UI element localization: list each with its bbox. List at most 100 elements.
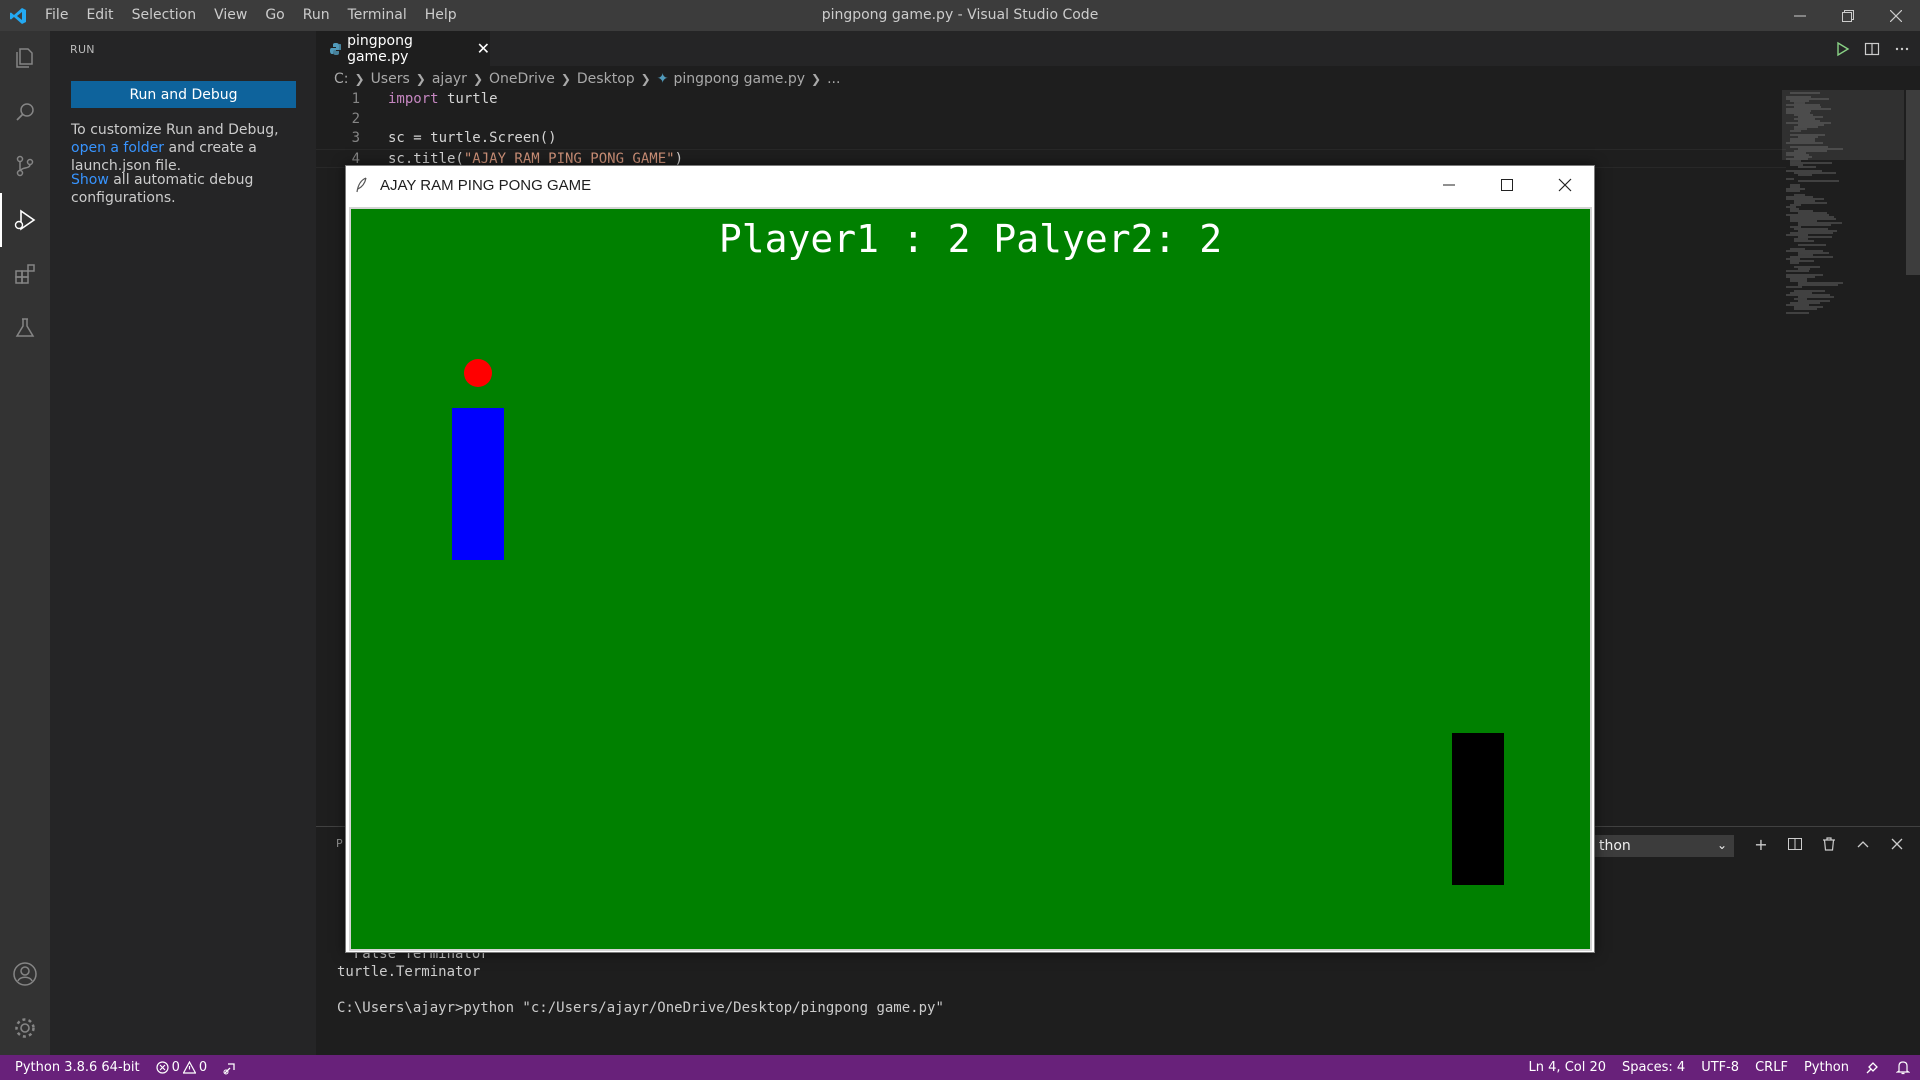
encoding[interactable]: UTF-8: [1701, 1060, 1739, 1075]
accounts-button[interactable]: [0, 947, 50, 1001]
chevron-right-icon: ❯: [560, 72, 571, 86]
terminal-select-value: thon: [1599, 838, 1631, 854]
turtle-window-title: AJAY RAM PING PONG GAME: [380, 176, 592, 194]
run-and-debug-button[interactable]: Run and Debug: [71, 81, 296, 108]
more-actions-icon[interactable]: [1894, 41, 1910, 57]
run-debug-activity-button[interactable]: [0, 193, 50, 247]
maximize-panel-button[interactable]: [1852, 833, 1874, 855]
line-content: import turtle: [360, 90, 498, 110]
gear-icon: [15, 1018, 35, 1038]
chevron-right-icon: ❯: [811, 72, 822, 86]
chevron-down-icon: ⌄: [1716, 838, 1727, 852]
sidebar-title: RUN: [70, 43, 95, 56]
terminal-select[interactable]: thon ⌄: [1594, 835, 1734, 857]
warning-count: 0: [198, 1060, 208, 1075]
python-interpreter[interactable]: Python 3.8.6 64-bit: [15, 1060, 140, 1075]
editor-actions: [1834, 31, 1910, 66]
tab-pingpong-game[interactable]: pingpong game.py ✕: [316, 31, 490, 66]
split-editor-icon[interactable]: [1864, 41, 1880, 57]
tk-feather-icon: [356, 177, 372, 193]
chevron-right-icon: ❯: [472, 72, 483, 86]
customize-text: To customize Run and Debug, open a folde…: [71, 121, 301, 175]
menu-bar: File Edit Selection View Go Run Terminal…: [36, 0, 466, 31]
breadcrumb-item[interactable]: pingpong game.py: [673, 71, 805, 87]
feedback-icon[interactable]: [1865, 1060, 1880, 1075]
maximize-icon: [1501, 179, 1513, 191]
status-bar: Python 3.8.6 64-bit 0 0 Ln 4, Col 20 Spa…: [0, 1055, 1920, 1080]
kill-terminal-button[interactable]: [1818, 833, 1840, 855]
code-text: sc = turtle.Screen(): [388, 130, 557, 146]
files-icon: [16, 48, 33, 68]
run-file-icon[interactable]: [1834, 41, 1850, 57]
source-control-icon: [16, 155, 34, 177]
source-control-button[interactable]: [0, 139, 50, 193]
extensions-button[interactable]: [0, 247, 50, 301]
error-count: 0: [171, 1060, 180, 1075]
bell-icon[interactable]: [1896, 1060, 1910, 1075]
end-of-line[interactable]: CRLF: [1755, 1060, 1788, 1075]
breadcrumb-item[interactable]: ajayr: [432, 71, 467, 87]
close-icon: [1891, 838, 1903, 850]
menu-go[interactable]: Go: [256, 0, 293, 31]
chevron-up-icon: [1857, 841, 1869, 848]
problems-indicator[interactable]: 0 0: [156, 1060, 208, 1075]
turtle-maximize-button[interactable]: [1478, 166, 1536, 204]
ball: [464, 359, 492, 387]
minimize-button[interactable]: [1776, 0, 1824, 31]
editor-tabs: pingpong game.py ✕: [316, 31, 1920, 66]
cursor-position[interactable]: Ln 4, Col 20: [1529, 1060, 1606, 1075]
code-editor[interactable]: 1 import turtle 2 3 sc = turtle.Screen()…: [316, 90, 1786, 170]
open-folder-link[interactable]: open a folder: [71, 140, 164, 156]
breadcrumb-item[interactable]: ...: [827, 71, 840, 87]
extensions-icon: [15, 264, 35, 284]
minimap[interactable]: [1782, 90, 1904, 320]
close-panel-button[interactable]: [1886, 833, 1908, 855]
paddle-left: [452, 408, 504, 560]
live-share-icon[interactable]: [223, 1061, 237, 1075]
terminal-line: turtle.Terminator: [337, 964, 481, 980]
breadcrumb-item[interactable]: Desktop: [577, 71, 635, 87]
run-debug-icon: [14, 209, 36, 231]
show-link[interactable]: Show: [71, 172, 109, 188]
minimize-icon: [1794, 15, 1806, 16]
panel-tab-problems[interactable]: P: [336, 837, 343, 850]
minimize-icon: [1443, 184, 1455, 186]
menu-selection[interactable]: Selection: [123, 0, 206, 31]
new-terminal-button[interactable]: +: [1750, 833, 1772, 855]
vscode-logo-icon: [0, 0, 36, 31]
menu-terminal[interactable]: Terminal: [339, 0, 416, 31]
line-content: [360, 110, 388, 130]
turtle-close-button[interactable]: [1536, 166, 1594, 204]
manage-button[interactable]: [0, 1001, 50, 1055]
tab-close-icon[interactable]: ✕: [477, 39, 490, 58]
restore-button[interactable]: [1824, 0, 1872, 31]
tab-label: pingpong game.py: [347, 32, 413, 65]
split-terminal-button[interactable]: [1784, 833, 1806, 855]
menu-help[interactable]: Help: [416, 0, 466, 31]
close-window-button[interactable]: [1872, 0, 1920, 31]
vertical-scrollbar[interactable]: [1906, 90, 1920, 275]
testing-button[interactable]: [0, 301, 50, 355]
language-mode[interactable]: Python: [1804, 1060, 1849, 1075]
search-icon: [16, 103, 34, 121]
turtle-title-bar[interactable]: AJAY RAM PING PONG GAME: [346, 166, 1594, 204]
breadcrumb-item[interactable]: Users: [371, 71, 410, 87]
turtle-minimize-button[interactable]: [1420, 166, 1478, 204]
paddle-right: [1452, 733, 1504, 885]
menu-run[interactable]: Run: [294, 0, 339, 31]
breadcrumb-item[interactable]: C:: [334, 71, 349, 87]
explorer-button[interactable]: [0, 31, 50, 85]
game-canvas[interactable]: Player1 : 2 Palyer2: 2: [349, 207, 1592, 951]
menu-file[interactable]: File: [36, 0, 77, 31]
breadcrumb-item[interactable]: OneDrive: [489, 71, 555, 87]
menu-edit[interactable]: Edit: [77, 0, 122, 31]
indentation[interactable]: Spaces: 4: [1622, 1060, 1685, 1075]
close-icon: [1890, 9, 1902, 22]
window-controls: [1776, 0, 1920, 31]
plus-icon: +: [1754, 834, 1768, 854]
menu-view[interactable]: View: [205, 0, 256, 31]
flask-icon: [15, 318, 35, 337]
error-icon: [156, 1061, 169, 1074]
turtle-window-controls: [1420, 166, 1594, 204]
search-button[interactable]: [0, 85, 50, 139]
